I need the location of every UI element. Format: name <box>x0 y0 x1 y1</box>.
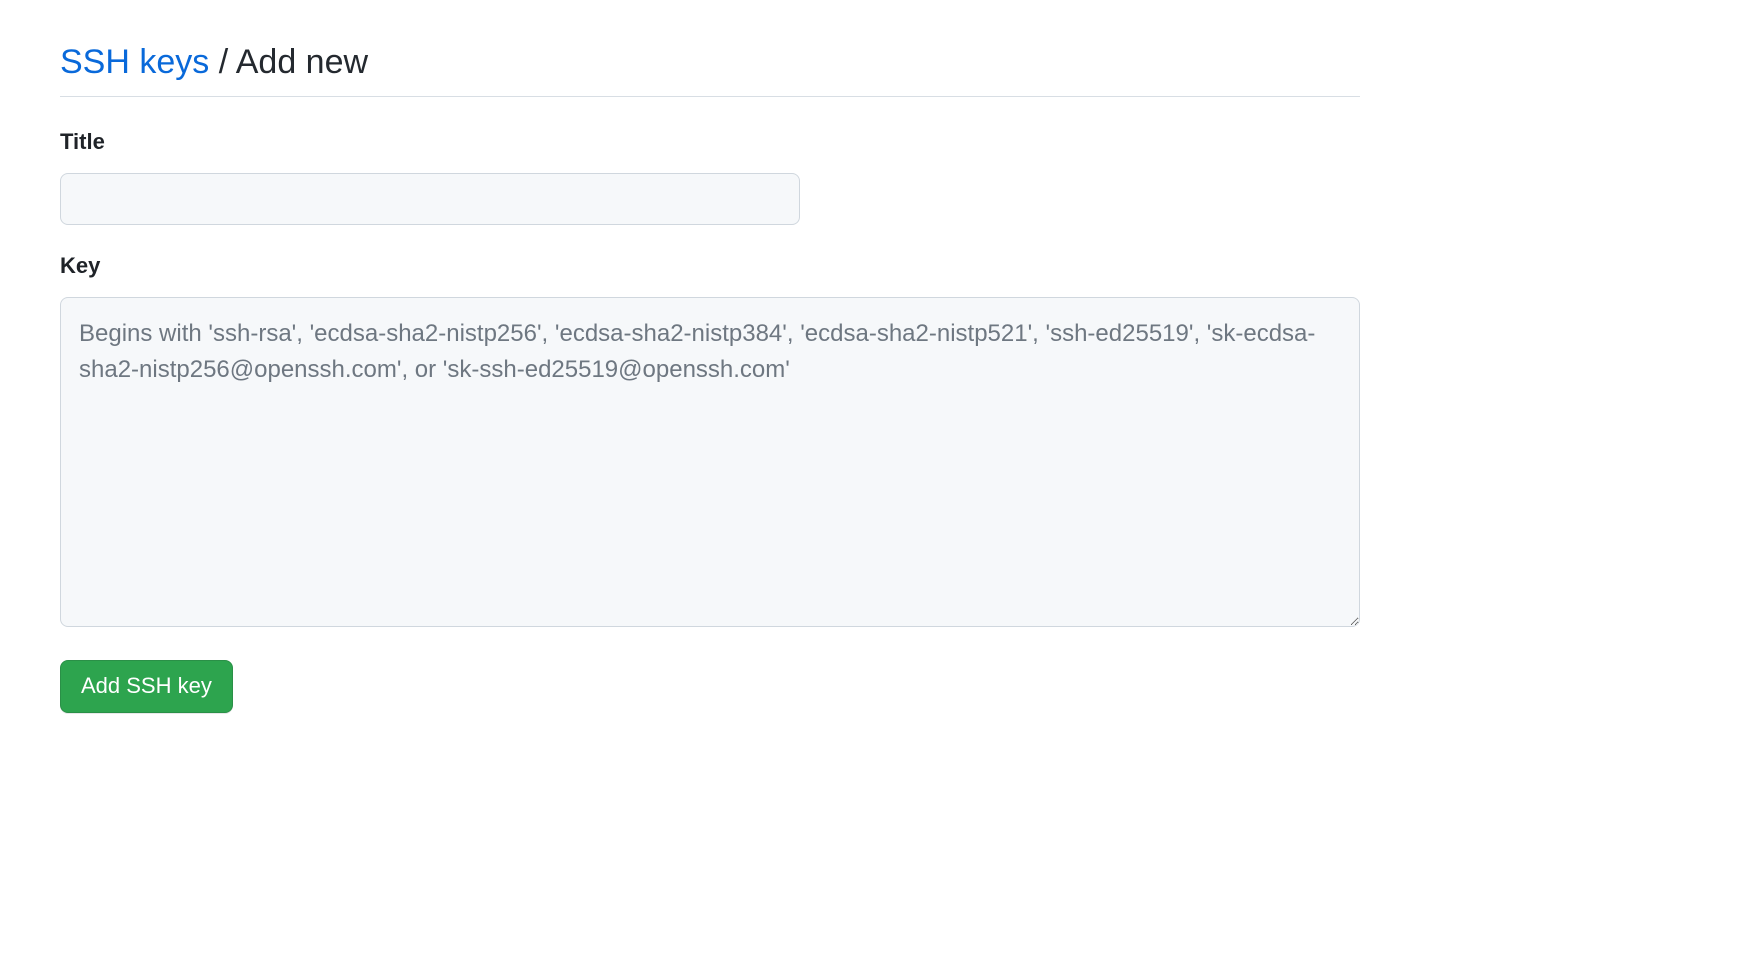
add-ssh-key-button[interactable]: Add SSH key <box>60 660 233 712</box>
key-textarea[interactable] <box>60 297 1360 627</box>
page-header: SSH keys / Add new <box>60 40 1360 97</box>
breadcrumb-separator: / <box>209 43 235 81</box>
page-title: SSH keys / Add new <box>60 40 1360 84</box>
title-input[interactable] <box>60 173 800 225</box>
breadcrumb-current: Add new <box>236 43 368 81</box>
key-label: Key <box>60 253 1360 279</box>
ssh-keys-link[interactable]: SSH keys <box>60 43 209 81</box>
key-group: Key <box>60 253 1360 632</box>
title-group: Title <box>60 129 1360 225</box>
title-label: Title <box>60 129 1360 155</box>
